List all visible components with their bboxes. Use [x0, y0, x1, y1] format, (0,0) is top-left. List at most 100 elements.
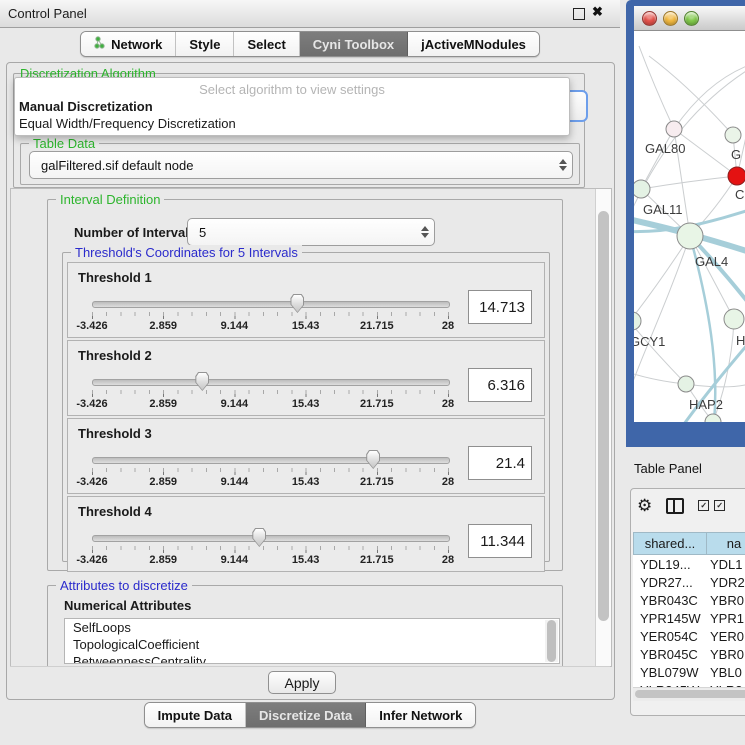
- attributes-rows: SelfLoopsTopologicalCoefficientBetweenne…: [65, 619, 559, 664]
- scale-tick-label: 21.715: [360, 476, 394, 488]
- float-window-icon[interactable]: [573, 8, 585, 20]
- close-icon[interactable]: ✖: [592, 4, 603, 20]
- gear-icon[interactable]: ⚙: [637, 497, 652, 514]
- spinner-arrows-icon: [416, 226, 434, 238]
- table-data-section: Table Data galFiltered.sif default node: [20, 143, 580, 185]
- checkbox-icon[interactable]: ✓: [698, 500, 709, 511]
- interval-definition-title: Interval Definition: [56, 192, 164, 207]
- threshold-label: Threshold 3: [78, 426, 152, 441]
- slider-handle[interactable]: [290, 294, 304, 313]
- threshold-group: Threshold 1 14.713 -3.4262.8599.14415.43…: [67, 262, 545, 338]
- scale-tick-label: 28: [442, 554, 454, 566]
- settings-scroll-area: Interval Definition Number of Intervals …: [10, 188, 612, 667]
- interval-definition-section: Interval Definition Number of Intervals …: [47, 199, 563, 571]
- attribute-item[interactable]: BetweennessCentrality: [65, 653, 559, 664]
- slider-track[interactable]: [92, 457, 450, 464]
- scale-tick-label: 28: [442, 320, 454, 332]
- table-horizontal-scrollbar[interactable]: [633, 687, 745, 701]
- slider-track[interactable]: [92, 379, 450, 386]
- tab-cyni-toolbox[interactable]: Cyni Toolbox: [300, 32, 408, 56]
- thresholds-section: Threshold's Coordinates for 5 Intervals …: [62, 252, 550, 562]
- tab-discretize-data[interactable]: Discretize Data: [246, 703, 366, 727]
- zoom-traffic-light[interactable]: [684, 11, 699, 26]
- table-panel: ⚙ ✓ ✓ shared... na YDL19...YDL1YDR27...Y…: [630, 488, 745, 716]
- minimize-traffic-light[interactable]: [663, 11, 678, 26]
- slider-minor-ticks: [92, 546, 449, 550]
- bottom-tabbar: Impute DataDiscretize DataInfer Network: [0, 702, 620, 726]
- threshold-group: Threshold 3 21.4 -3.4262.8599.14415.4321…: [67, 418, 545, 494]
- network-node[interactable]: [634, 180, 650, 198]
- apply-button[interactable]: Apply: [268, 671, 336, 694]
- network-node[interactable]: [728, 167, 745, 185]
- network-node[interactable]: [634, 312, 641, 330]
- spinner-arrows-icon: [554, 159, 572, 171]
- node-label: GAL80: [645, 141, 685, 156]
- attribute-item[interactable]: TopologicalCoefficient: [65, 636, 559, 653]
- tab-select[interactable]: Select: [234, 32, 299, 56]
- num-intervals-combobox[interactable]: 5: [187, 218, 435, 246]
- scale-tick-label: 21.715: [360, 398, 394, 410]
- columns-icon[interactable]: [666, 498, 684, 514]
- table-row[interactable]: YPR145WYPR1: [633, 609, 745, 627]
- slider-track[interactable]: [92, 535, 450, 542]
- settings-scrollbar[interactable]: [595, 189, 611, 666]
- node-label: H: [736, 333, 745, 348]
- table-row[interactable]: YBR045CYBR0: [633, 645, 745, 663]
- scale-tick-label: 9.144: [221, 320, 249, 332]
- tab-impute-data[interactable]: Impute Data: [145, 703, 246, 727]
- table-body: YDL19...YDL1YDR27...YDR2YBR043CYBR0YPR14…: [633, 555, 745, 687]
- network-node[interactable]: [724, 309, 744, 329]
- menu-item-equal-width-frequency[interactable]: Equal Width/Frequency Discretization: [19, 116, 236, 131]
- checkbox-icon[interactable]: ✓: [714, 500, 725, 511]
- apply-bar: Apply: [10, 666, 610, 698]
- scale-tick-label: 9.144: [221, 398, 249, 410]
- table-row[interactable]: YBL079WYBL0: [633, 663, 745, 681]
- threshold-label: Threshold 4: [78, 504, 152, 519]
- network-node[interactable]: [666, 121, 682, 137]
- scale-tick-label: 21.715: [360, 554, 394, 566]
- column-header-shared[interactable]: shared...: [633, 532, 706, 555]
- threshold-value-field[interactable]: 21.4: [468, 446, 532, 480]
- slider-minor-ticks: [92, 390, 449, 394]
- network-canvas[interactable]: GAL80GCGAL11GAL4GCY1HHAP2: [634, 31, 745, 422]
- num-intervals-value: 5: [188, 225, 416, 240]
- attributes-title: Attributes to discretize: [56, 578, 192, 593]
- tab-jactivemnodules[interactable]: jActiveMNodules: [408, 32, 539, 56]
- network-node[interactable]: [725, 127, 741, 143]
- column-header-name[interactable]: na: [706, 532, 745, 555]
- num-intervals-label: Number of Intervals: [74, 225, 196, 240]
- table-row[interactable]: YDL19...YDL1: [633, 555, 745, 573]
- attributes-scrollbar[interactable]: [545, 620, 558, 662]
- tab-network[interactable]: Network: [81, 32, 176, 56]
- threshold-value-field[interactable]: 11.344: [468, 524, 532, 558]
- table-data-combobox[interactable]: galFiltered.sif default node: [29, 151, 573, 179]
- node-label: GAL4: [695, 254, 728, 269]
- attributes-listbox[interactable]: SelfLoopsTopologicalCoefficientBetweenne…: [64, 618, 560, 664]
- threshold-value-field[interactable]: 6.316: [468, 368, 532, 402]
- attribute-item[interactable]: SelfLoops: [65, 619, 559, 636]
- threshold-label: Threshold 2: [78, 348, 152, 363]
- scale-tick-label: 28: [442, 476, 454, 488]
- table-row[interactable]: YER054CYER0: [633, 627, 745, 645]
- table-data-selected-value: galFiltered.sif default node: [30, 158, 554, 173]
- tab-infer-network[interactable]: Infer Network: [366, 703, 475, 727]
- slider-handle[interactable]: [195, 372, 209, 391]
- table-row[interactable]: YBR043CYBR0: [633, 591, 745, 609]
- network-node[interactable]: [678, 376, 694, 392]
- threshold-group: Threshold 2 6.316 -3.4262.8599.14415.432…: [67, 340, 545, 416]
- tab-style[interactable]: Style: [176, 32, 234, 56]
- table-row[interactable]: YDR27...YDR2: [633, 573, 745, 591]
- scale-tick-label: -3.426: [76, 398, 107, 410]
- threshold-value-field[interactable]: 14.713: [468, 290, 532, 324]
- slider-handle[interactable]: [366, 450, 380, 469]
- scale-tick-label: 9.144: [221, 476, 249, 488]
- close-traffic-light[interactable]: [642, 11, 657, 26]
- slider-track[interactable]: [92, 301, 450, 308]
- menu-item-manual-discretization[interactable]: Manual Discretization: [19, 99, 153, 114]
- scale-tick-label: 15.43: [292, 554, 320, 566]
- slider-handle[interactable]: [252, 528, 266, 547]
- network-node[interactable]: [677, 223, 703, 249]
- node-label: C: [735, 187, 744, 202]
- panel-title: Control Panel: [8, 6, 87, 21]
- table-panel-title: Table Panel: [634, 461, 702, 476]
